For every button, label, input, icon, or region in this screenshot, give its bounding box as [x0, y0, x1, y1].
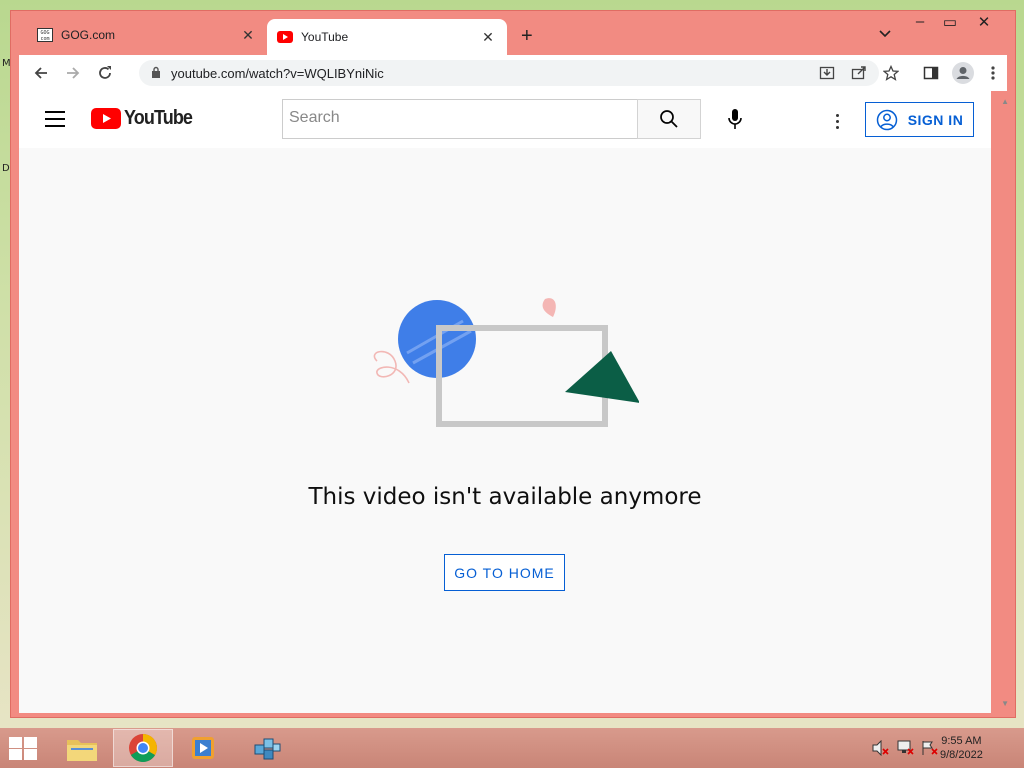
browser-window: GOG com GOG.com ✕ YouTube ✕ + ‒ ▭ ✕ youtu… [10, 10, 1016, 718]
forward-arrow-icon[interactable] [61, 61, 85, 85]
tab-search-chevron-down-icon[interactable] [879, 27, 891, 41]
logo-text: YouTube [124, 107, 193, 129]
close-tab-icon[interactable]: ✕ [239, 27, 257, 44]
error-message: This video isn't available anymore [308, 484, 702, 510]
clock-date: 9/8/2022 [940, 749, 983, 761]
youtube-play-icon [91, 108, 121, 129]
tab-youtube[interactable]: YouTube ✕ [267, 19, 507, 55]
volume-muted-icon[interactable] [872, 739, 890, 757]
browser-menu-icon[interactable] [981, 61, 1005, 85]
scroll-up-arrow-icon[interactable]: ▲ [1001, 97, 1009, 106]
address-text: youtube.com/watch?v=WQLIBYniNic [171, 65, 384, 81]
sign-in-label: SIGN IN [907, 111, 964, 128]
go-to-home-button[interactable]: GO TO HOME [444, 554, 565, 591]
account-circle-icon [876, 109, 897, 130]
start-windows-icon[interactable] [8, 736, 38, 760]
share-icon[interactable] [847, 61, 871, 85]
tab-label: YouTube [301, 30, 349, 44]
search-icon [660, 110, 678, 128]
side-panel-icon[interactable] [919, 61, 943, 85]
back-arrow-icon[interactable] [29, 61, 53, 85]
settings-kebab-icon[interactable] [825, 109, 849, 133]
svg-text:com: com [40, 36, 49, 42]
browser-toolbar: youtube.com/watch?v=WQLIBYniNic [19, 55, 1007, 91]
youtube-logo[interactable]: YouTube [91, 107, 200, 130]
hamburger-menu-icon[interactable] [45, 111, 65, 127]
maximize-icon[interactable]: ▭ [935, 13, 965, 31]
minimize-icon[interactable]: ‒ [905, 13, 935, 30]
sign-in-button[interactable]: SIGN IN [865, 102, 974, 137]
video-unavailable-illustration [373, 298, 639, 427]
reload-icon[interactable] [93, 61, 117, 85]
bookmark-star-icon[interactable] [879, 61, 903, 85]
action-center-flag-icon[interactable] [921, 740, 939, 756]
desktop-label: D [2, 163, 10, 174]
gog-icon: GOG com [37, 27, 53, 43]
network-cubes-icon[interactable] [237, 729, 297, 767]
network-disconnected-icon[interactable] [897, 740, 915, 756]
close-window-icon[interactable]: ✕ [969, 13, 999, 31]
media-player-icon[interactable] [174, 729, 234, 767]
profile-avatar-icon[interactable] [951, 61, 975, 85]
install-icon[interactable] [815, 61, 839, 85]
search-button[interactable] [637, 99, 701, 139]
clock-time: 9:55 AM [941, 735, 982, 747]
address-bar[interactable]: youtube.com/watch?v=WQLIBYniNic [139, 60, 879, 86]
search-input[interactable]: Search [282, 99, 638, 139]
youtube-header: YouTube Search SIGN IN [19, 91, 991, 148]
close-tab-icon[interactable]: ✕ [479, 29, 497, 46]
youtube-page: YouTube Search SIGN IN This video isn't [19, 91, 991, 713]
voice-search-mic-icon[interactable] [717, 101, 753, 137]
youtube-icon [277, 29, 293, 45]
lock-icon [151, 66, 161, 81]
taskbar: 9:55 AM 9/8/2022 [0, 728, 1024, 768]
tab-label: GOG.com [61, 28, 116, 42]
new-tab-plus-icon[interactable]: + [521, 25, 533, 48]
chrome-icon[interactable] [113, 729, 173, 767]
file-explorer-folder-icon[interactable] [52, 729, 112, 767]
scroll-down-arrow-icon[interactable]: ▼ [1001, 699, 1009, 708]
tab-gog[interactable]: GOG com GOG.com ✕ [27, 19, 267, 51]
system-clock[interactable]: 9:55 AM 9/8/2022 [940, 734, 983, 762]
